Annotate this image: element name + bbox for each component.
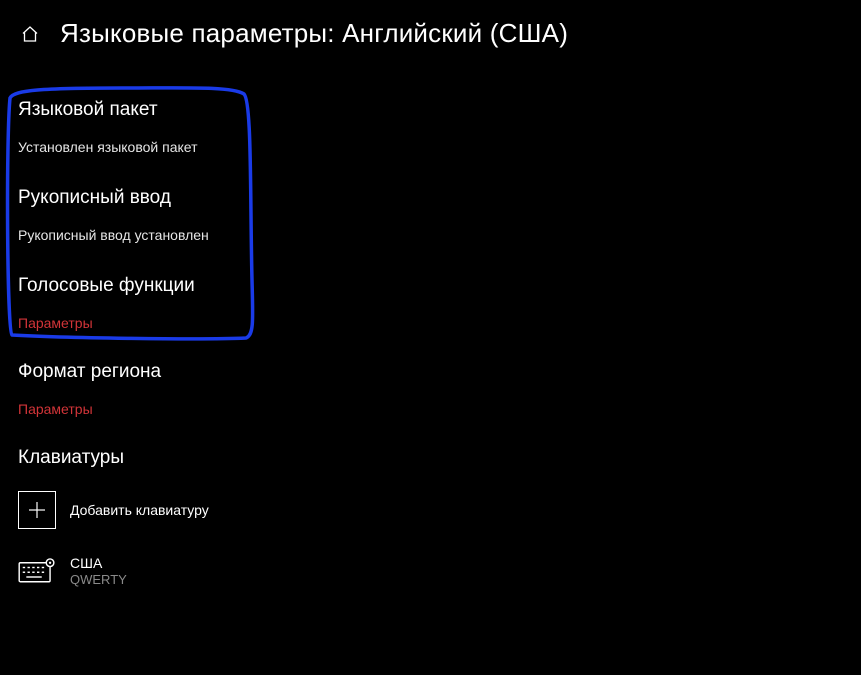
status-handwriting: Рукописный ввод установлен [18,227,861,243]
heading-language-pack: Языковой пакет [18,99,861,121]
add-keyboard-button[interactable]: Добавить клавиатуру [18,491,861,529]
add-keyboard-label: Добавить клавиатуру [70,502,209,518]
home-icon[interactable] [20,24,40,44]
heading-handwriting: Рукописный ввод [18,187,861,209]
keyboard-icon [18,556,56,586]
link-speech-options[interactable]: Параметры [18,315,861,331]
heading-keyboards: Клавиатуры [18,447,861,469]
page-title: Языковые параметры: Английский (США) [60,18,568,49]
keyboard-item[interactable]: США QWERTY [18,555,861,587]
plus-icon [18,491,56,529]
status-language-pack: Установлен языковой пакет [18,139,861,155]
link-region-options[interactable]: Параметры [18,401,861,417]
heading-region-format: Формат региона [18,361,861,383]
keyboard-layout: QWERTY [70,572,127,588]
heading-speech: Голосовые функции [18,275,861,297]
keyboard-name: США [70,555,127,572]
